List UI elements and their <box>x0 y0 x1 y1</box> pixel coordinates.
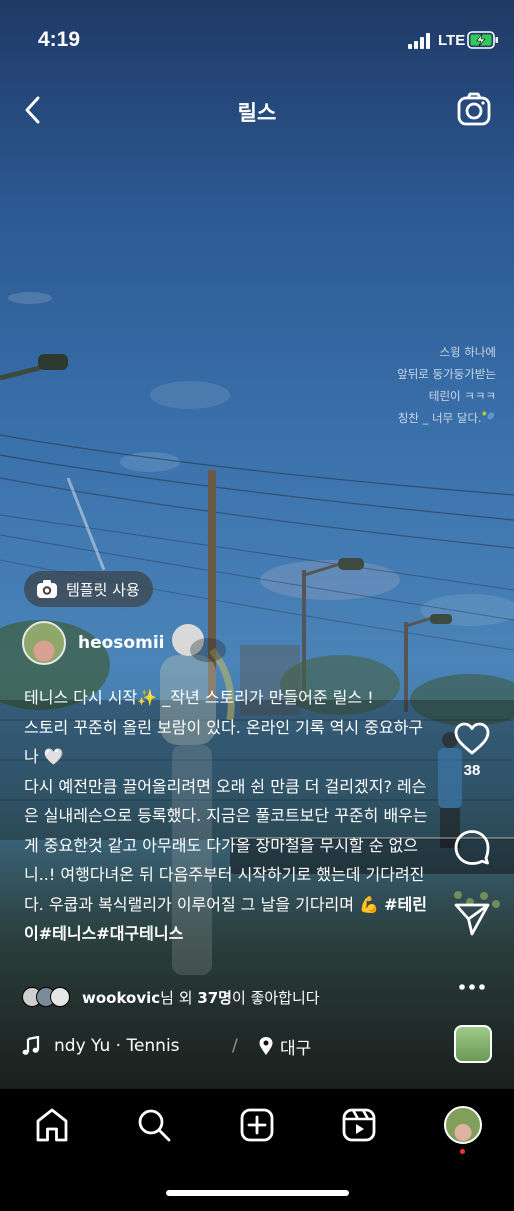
liker-avatar <box>50 987 70 1007</box>
search-icon <box>138 1109 171 1142</box>
status-bar: 4:19 LTE <box>0 26 514 56</box>
likes-count[interactable]: 37명 <box>197 989 232 1007</box>
liked-by-text: wookovic님 외 37명이 좋아합니다 <box>82 987 320 1008</box>
liked-by-suffix: 님 외 <box>160 988 198 1007</box>
separator: / <box>232 1036 238 1056</box>
tab-home[interactable] <box>34 1107 70 1143</box>
reels-header: 릴스 <box>0 88 514 132</box>
tab-create[interactable] <box>239 1107 275 1143</box>
music-note-icon <box>22 1036 40 1055</box>
caption-text: 테니스 다시 시작✨ _작년 스토리가 만들어준 릴스 ! 스토리 꾸준히 올린… <box>24 688 428 914</box>
audio-location-row: ndy Yu · Tennis / 대구 <box>22 1032 311 1060</box>
home-icon <box>36 1108 68 1142</box>
tab-profile[interactable] <box>444 1106 482 1144</box>
overlay-line: 앞뒤로 둥가둥가받는 <box>397 367 496 381</box>
location-tag[interactable]: 대구 <box>280 1034 311 1059</box>
more-options-button[interactable] <box>450 968 494 1006</box>
page-title: 릴스 <box>237 101 277 125</box>
network-label: LTE <box>438 32 466 49</box>
avatar[interactable] <box>22 621 66 665</box>
send-icon <box>454 903 490 936</box>
more-icon <box>459 984 485 990</box>
signal-icon <box>408 33 430 49</box>
notification-dot <box>460 1149 465 1154</box>
reels-icon <box>342 1108 376 1142</box>
overlay-line: 스윙 하나에 <box>439 345 496 359</box>
status-time: 4:19 <box>38 28 81 51</box>
reel-caption[interactable]: 테니스 다시 시작✨ _작년 스토리가 만들어준 릴스 ! 스토리 꾸준히 올린… <box>24 683 429 949</box>
overlay-line: 칭찬 _ 너무 달다.🎾 <box>397 411 496 425</box>
audio-track[interactable]: ndy Yu · Tennis <box>54 1036 226 1056</box>
like-button[interactable]: 38 <box>450 720 494 779</box>
tab-search[interactable] <box>136 1107 172 1143</box>
username[interactable]: heosomii <box>78 633 164 653</box>
add-icon <box>240 1108 274 1142</box>
audio-thumbnail[interactable] <box>454 1025 492 1063</box>
battery-charging-icon <box>467 31 498 49</box>
heart-icon <box>454 722 490 755</box>
tab-reels[interactable] <box>341 1107 377 1143</box>
comment-button[interactable] <box>450 828 494 866</box>
liker-username[interactable]: wookovic <box>82 989 160 1007</box>
liked-by-row[interactable]: wookovic님 외 37명이 좋아합니다 <box>22 985 320 1009</box>
reel-author[interactable]: heosomii <box>22 620 164 666</box>
use-template-button[interactable]: 템플릿 사용 <box>24 571 153 607</box>
liked-by-suffix: 이 좋아합니다 <box>232 988 320 1007</box>
overlay-line: 테린이 ㅋㅋㅋ <box>428 389 496 403</box>
use-template-label: 템플릿 사용 <box>66 580 140 599</box>
video-overlay-text: 스윙 하나에 앞뒤로 둥가둥가받는 테린이 ㅋㅋㅋ 칭찬 _ 너무 달다.🎾 <box>336 341 496 429</box>
home-indicator[interactable] <box>166 1190 349 1196</box>
comment-icon <box>454 830 490 865</box>
location-pin-icon <box>259 1037 273 1055</box>
camera-icon <box>37 580 57 598</box>
camera-icon[interactable] <box>456 92 492 128</box>
like-count: 38 <box>463 762 481 779</box>
share-button[interactable] <box>450 900 494 938</box>
liker-avatars <box>22 985 74 1009</box>
